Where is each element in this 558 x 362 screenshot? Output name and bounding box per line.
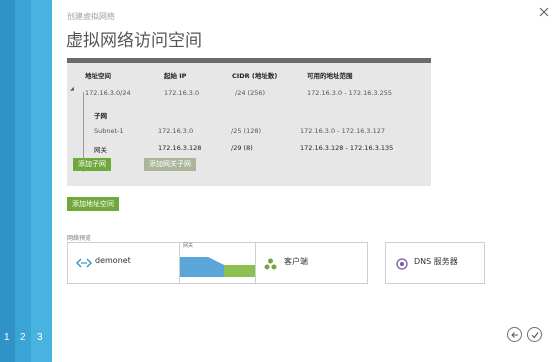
- network-name: demonet: [95, 256, 131, 265]
- wizard-subtitle: 创建虚拟网络: [67, 12, 115, 21]
- panel-top-border: [67, 58, 431, 63]
- subnet-1-range: 172.16.3.0 - 172.16.3.127: [300, 127, 386, 135]
- gateway-subnet-name: 网关: [94, 146, 107, 154]
- network-preview-label: 网络预览: [67, 235, 92, 242]
- col-address-space: 地址空间: [85, 72, 111, 80]
- subnet-1-start-ip[interactable]: 172.16.3.0: [158, 127, 193, 135]
- dns-node: DNS 服务器: [385, 242, 485, 284]
- add-address-space-button[interactable]: 添加地址空间: [67, 197, 119, 211]
- rail-band-2: [15, 0, 31, 362]
- cidr-value[interactable]: /24 (256): [235, 89, 265, 97]
- gateway-range: 172.16.3.128 - 172.16.3.135: [300, 144, 394, 152]
- col-usable-range: 可用的地址范围: [307, 72, 353, 80]
- gateway-connector: 网关: [180, 242, 255, 284]
- rail-band-1: [0, 0, 15, 362]
- gateway-graphic: [180, 243, 255, 277]
- address-space-value[interactable]: 172.16.3.0/24: [85, 89, 131, 97]
- arrow-left-icon: [511, 332, 518, 338]
- clients-icon: [264, 255, 277, 274]
- expand-caret-icon[interactable]: ◢: [70, 86, 74, 92]
- add-gateway-subnet-button[interactable]: 添加网关子网: [144, 158, 196, 171]
- address-space-panel: 地址空间 起始 IP CIDR (地址数) 可用的地址范围 ◢ 172.16.3…: [67, 58, 431, 186]
- wizard-step-rail: 1 2 3: [0, 0, 52, 362]
- subnets-header: 子网: [94, 112, 107, 120]
- add-subnet-button[interactable]: 添加子网: [73, 158, 111, 171]
- step-2[interactable]: 2: [20, 332, 26, 343]
- step-1[interactable]: 1: [4, 332, 10, 343]
- step-3[interactable]: 3: [37, 332, 43, 343]
- start-ip-value[interactable]: 172.16.3.0: [164, 89, 199, 97]
- gateway-start-ip[interactable]: 172.16.3.128: [158, 144, 201, 152]
- subnet-1-cidr[interactable]: /25 (128): [231, 127, 261, 135]
- wizard-steps: 1 2 3: [0, 332, 52, 346]
- clients-label: 客户端: [284, 257, 308, 266]
- network-icon: [76, 254, 92, 273]
- col-start-ip: 起始 IP: [164, 72, 187, 80]
- range-value: 172.16.3.0 - 172.16.3.255: [307, 89, 393, 97]
- dns-server-icon: [396, 255, 408, 274]
- dns-label: DNS 服务器: [414, 257, 458, 266]
- subnet-1-name[interactable]: Subnet-1: [94, 127, 124, 135]
- close-icon[interactable]: [538, 6, 550, 18]
- network-node: demonet: [67, 242, 180, 284]
- col-cidr: CIDR (地址数): [232, 72, 278, 80]
- page-title: 虚拟网络访问空间: [66, 31, 202, 51]
- gateway-label: 网关: [183, 243, 194, 249]
- checkmark-icon: [531, 332, 539, 339]
- rail-band-3: [31, 0, 52, 362]
- clients-node: 客户端: [255, 242, 368, 284]
- back-button[interactable]: [507, 327, 522, 342]
- finish-button[interactable]: [527, 327, 542, 342]
- gateway-cidr[interactable]: /29 (8): [231, 144, 253, 152]
